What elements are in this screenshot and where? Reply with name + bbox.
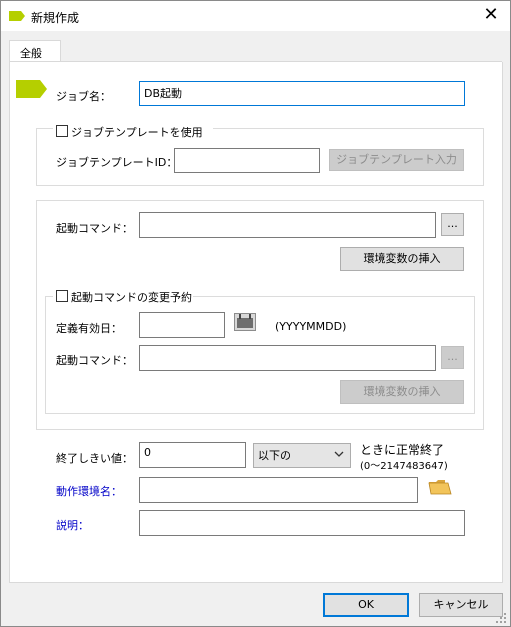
command-browse-button[interactable]: ... <box>441 213 464 236</box>
reserve-env-insert-button[interactable]: 環境変数の挿入 <box>340 380 464 404</box>
threshold-suffix: ときに正常終了 <box>360 443 445 457</box>
threshold-input[interactable]: 0 <box>139 442 246 468</box>
reserve-command-input[interactable] <box>139 345 436 371</box>
close-icon[interactable]: ✕ <box>480 5 502 27</box>
threshold-label: 終了しきい値： <box>56 452 133 465</box>
description-input[interactable] <box>139 510 465 536</box>
folder-icon[interactable] <box>428 478 452 496</box>
valid-date-input[interactable] <box>139 312 225 338</box>
title-bar: 新規作成 ✕ <box>1 1 510 31</box>
calendar-icon[interactable] <box>234 313 256 331</box>
template-id-label: ジョブテンプレートID： <box>56 156 178 169</box>
command-env-insert-button[interactable]: 環境変数の挿入 <box>340 247 464 271</box>
job-tag-icon <box>9 11 25 21</box>
chevron-down-icon <box>334 451 344 457</box>
tab-general[interactable]: 全般 <box>9 40 61 63</box>
command-input[interactable] <box>139 212 436 238</box>
template-id-input[interactable] <box>174 148 320 173</box>
reserve-command-label: 起動コマンド： <box>56 354 133 367</box>
threshold-condition-select[interactable]: 以下の <box>253 443 351 468</box>
valid-date-label: 定義有効日： <box>56 322 122 335</box>
job-name-label: ジョブ名： <box>56 90 111 103</box>
template-checkbox[interactable] <box>56 125 68 137</box>
threshold-range: (0〜2147483647) <box>360 461 448 472</box>
template-input-button[interactable]: ジョブテンプレート入力 <box>329 149 464 171</box>
description-label: 説明： <box>56 519 89 532</box>
dialog-window: 新規作成 ✕ 全般 ジョブ名： DB起動 ジョブテンプレートを使用 ジョブテンプ… <box>0 0 511 627</box>
date-format-hint: (YYYYMMDD) <box>275 320 347 333</box>
tab-general-label: 全般 <box>20 47 42 60</box>
ok-button[interactable]: OK <box>323 593 409 617</box>
window-title: 新規作成 <box>31 11 80 25</box>
reserve-checkbox[interactable] <box>56 290 68 302</box>
reserve-command-browse-button[interactable]: ... <box>441 346 464 369</box>
job-tag-icon <box>16 80 47 98</box>
environment-input[interactable] <box>139 477 418 503</box>
job-name-input[interactable]: DB起動 <box>139 81 465 106</box>
reserve-checkbox-label: 起動コマンドの変更予約 <box>71 291 192 304</box>
resize-grip-icon[interactable] <box>495 612 507 624</box>
command-label: 起動コマンド： <box>56 222 133 235</box>
threshold-condition-value: 以下の <box>258 449 291 462</box>
environment-label: 動作環境名： <box>56 485 122 498</box>
cancel-button[interactable]: キャンセル <box>419 593 503 617</box>
template-checkbox-label: ジョブテンプレートを使用 <box>71 126 203 139</box>
